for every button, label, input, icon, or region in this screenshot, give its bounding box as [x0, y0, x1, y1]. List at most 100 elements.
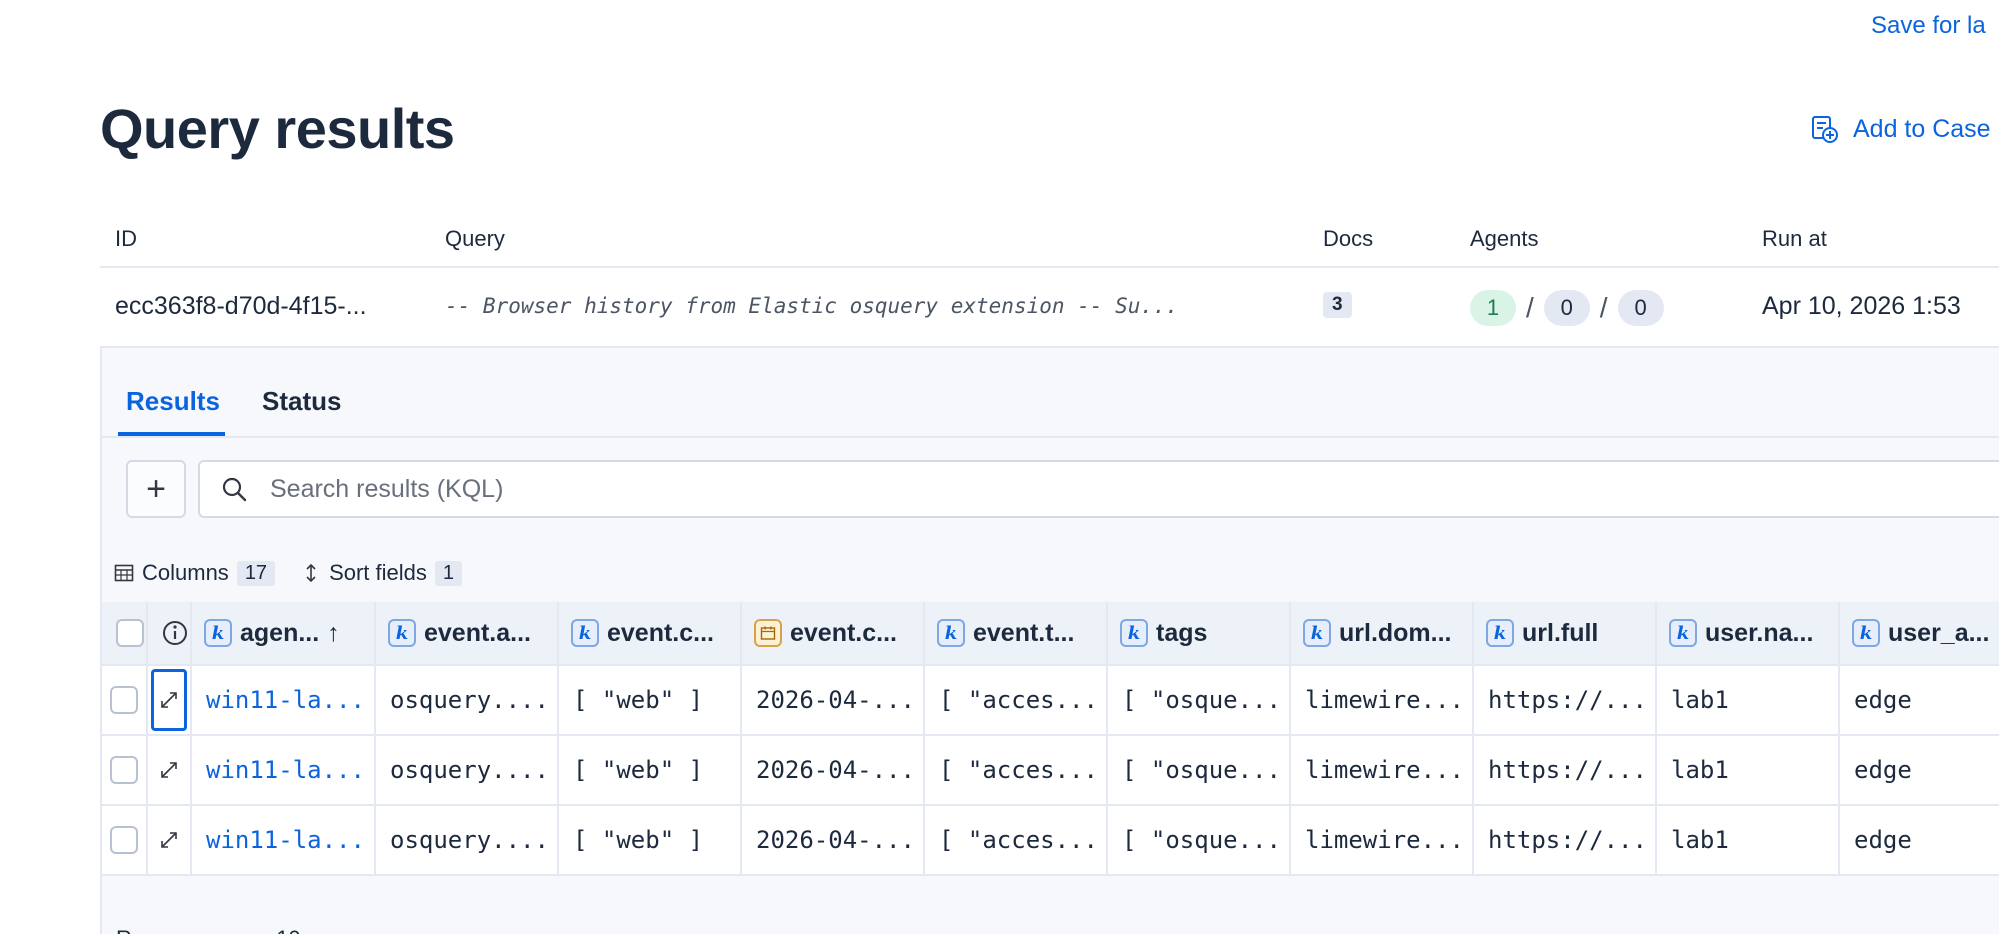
cell-url-domain[interactable]: limewire...	[1291, 806, 1474, 874]
results-panel: Results Status + Colum	[100, 346, 1999, 934]
column-header[interactable]: k tags	[1108, 602, 1291, 664]
search-input[interactable]	[270, 474, 1970, 504]
table-row: win11-la... osquery.... [ "web" ] 2026-0…	[102, 806, 1999, 876]
cell-user-agent[interactable]: edge	[1840, 736, 1999, 804]
column-header[interactable]: k user_a...	[1840, 602, 1999, 664]
grid-header-row: k agen... ↑ k event.a... k event.c... ev…	[102, 602, 1999, 666]
agents-separator: /	[1599, 292, 1608, 323]
column-header-label: url.dom...	[1339, 618, 1452, 647]
cell-event-category[interactable]: [ "web" ]	[559, 736, 742, 804]
sort-fields-count: 1	[434, 560, 463, 586]
column-header-label: event.c...	[607, 618, 714, 647]
tab-status[interactable]: Status	[262, 386, 341, 417]
cell-event-type[interactable]: [ "acces...	[925, 666, 1108, 734]
row-checkbox[interactable]	[110, 756, 138, 784]
add-filter-button[interactable]: +	[126, 460, 186, 518]
column-header-label: url.full	[1522, 618, 1599, 647]
cell-url-full[interactable]: https://...	[1474, 736, 1657, 804]
cell-event-action[interactable]: osquery....	[376, 806, 559, 874]
info-icon[interactable]	[161, 619, 189, 647]
sort-icon	[306, 563, 316, 583]
grid-toolbar: Columns 17 Sort fields 1	[114, 560, 488, 586]
cell-tags[interactable]: [ "osque...	[1108, 806, 1291, 874]
columns-button[interactable]: Columns 17	[114, 560, 276, 586]
cell-tags[interactable]: [ "osque...	[1108, 666, 1291, 734]
column-header[interactable]: event.c...	[742, 602, 925, 664]
keyword-type-icon: k	[1120, 619, 1148, 647]
keyword-type-icon: k	[1852, 619, 1880, 647]
cell-agent-name[interactable]: win11-la...	[192, 806, 376, 874]
sort-fields-label: Sort fields	[329, 560, 427, 585]
sort-fields-button[interactable]: Sort fields 1	[301, 560, 463, 586]
cell-url-domain[interactable]: limewire...	[1291, 736, 1474, 804]
keyword-type-icon: k	[1669, 619, 1697, 647]
column-header-label: event.a...	[424, 618, 531, 647]
cell-url-full[interactable]: https://...	[1474, 666, 1657, 734]
row-select-cell	[102, 806, 148, 874]
rows-per-page-selector[interactable]: Rows per page: 10	[116, 926, 301, 934]
row-checkbox[interactable]	[110, 686, 138, 714]
cell-url-domain[interactable]: limewire...	[1291, 666, 1474, 734]
column-header[interactable]: k event.a...	[376, 602, 559, 664]
keyword-type-icon: k	[937, 619, 965, 647]
select-all-cell	[102, 602, 148, 664]
summary-col-run-at: Run at	[1762, 226, 1827, 251]
row-expand-cell	[148, 806, 192, 874]
cell-event-type[interactable]: [ "acces...	[925, 736, 1108, 804]
summary-table-header: ID Query Docs Agents Run at	[100, 212, 1999, 268]
summary-id: ecc363f8-d70d-4f15-...	[115, 292, 367, 320]
cell-event-action[interactable]: osquery....	[376, 736, 559, 804]
column-header[interactable]: k url.full	[1474, 602, 1657, 664]
cell-event-created[interactable]: 2026-04-...	[742, 806, 925, 874]
page: Save for la Query results Add to Case ID…	[0, 0, 1999, 934]
column-header-label: user.na...	[1705, 618, 1814, 647]
cell-tags[interactable]: [ "osque...	[1108, 736, 1291, 804]
row-expand-cell	[148, 736, 192, 804]
cell-event-action[interactable]: osquery....	[376, 666, 559, 734]
cell-user-name[interactable]: lab1	[1657, 666, 1840, 734]
cell-agent-name[interactable]: win11-la...	[192, 666, 376, 734]
table-icon	[114, 564, 134, 582]
add-to-case-button[interactable]: Add to Case	[1809, 114, 1991, 144]
column-header[interactable]: k user.na...	[1657, 602, 1840, 664]
cell-user-agent[interactable]: edge	[1840, 666, 1999, 734]
cell-user-name[interactable]: lab1	[1657, 736, 1840, 804]
columns-label: Columns	[142, 560, 229, 585]
column-header[interactable]: k url.dom...	[1291, 602, 1474, 664]
row-checkbox[interactable]	[110, 826, 138, 854]
agents-status: 1 / 0 / 0	[1470, 290, 1664, 326]
cell-user-agent[interactable]: edge	[1840, 806, 1999, 874]
tab-results[interactable]: Results	[126, 386, 220, 417]
plus-icon: +	[146, 469, 166, 508]
save-for-later-link[interactable]: Save for la	[1871, 12, 1986, 40]
column-header-label: agen...	[240, 618, 320, 647]
agents-pending-badge: 0	[1543, 290, 1590, 326]
cell-user-name[interactable]: lab1	[1657, 806, 1840, 874]
column-header-label: tags	[1156, 618, 1208, 647]
select-all-checkbox[interactable]	[116, 619, 144, 647]
results-grid: k agen... ↑ k event.a... k event.c... ev…	[102, 602, 1999, 876]
cell-event-created[interactable]: 2026-04-...	[742, 736, 925, 804]
info-header-cell	[148, 602, 192, 664]
cell-agent-name[interactable]: win11-la...	[192, 736, 376, 804]
cell-url-full[interactable]: https://...	[1474, 806, 1657, 874]
summary-col-id: ID	[115, 226, 137, 251]
summary-run-at: Apr 10, 2026 1:53	[1762, 292, 1961, 320]
summary-col-agents: Agents	[1470, 226, 1539, 251]
keyword-type-icon: k	[1303, 619, 1331, 647]
expand-icon[interactable]	[158, 759, 180, 781]
column-header[interactable]: k event.c...	[559, 602, 742, 664]
summary-col-docs: Docs	[1323, 226, 1374, 251]
expand-icon[interactable]	[158, 829, 180, 851]
summary-row: ecc363f8-d70d-4f15-... -- Browser histor…	[100, 270, 1999, 346]
cell-event-category[interactable]: [ "web" ]	[559, 666, 742, 734]
search-icon	[222, 477, 247, 502]
expand-icon[interactable]	[158, 689, 180, 711]
cell-event-type[interactable]: [ "acces...	[925, 806, 1108, 874]
column-header[interactable]: k event.t...	[925, 602, 1108, 664]
row-select-cell	[102, 666, 148, 734]
column-header[interactable]: k agen... ↑	[192, 602, 376, 664]
cell-event-created[interactable]: 2026-04-...	[742, 666, 925, 734]
cell-event-category[interactable]: [ "web" ]	[559, 806, 742, 874]
table-row: win11-la... osquery.... [ "web" ] 2026-0…	[102, 736, 1999, 806]
